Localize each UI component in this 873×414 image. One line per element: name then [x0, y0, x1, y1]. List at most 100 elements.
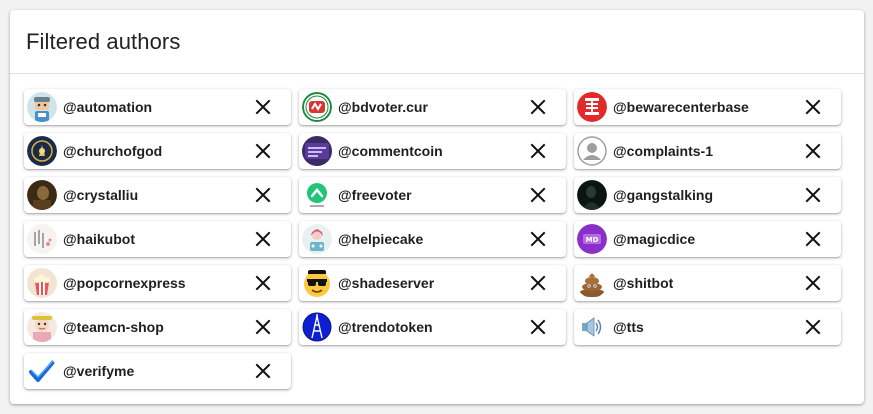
author-chip: @bewarecenterbase [574, 89, 841, 125]
remove-author-button[interactable] [528, 97, 548, 117]
close-icon [805, 275, 821, 291]
author-name: @commentcoin [338, 143, 443, 159]
author-chip: @freevoter [299, 177, 566, 213]
author-name: @complaints-1 [613, 143, 714, 159]
remove-author-button[interactable] [528, 141, 548, 161]
author-name: @verifyme [63, 363, 135, 379]
author-chip: @complaints-1 [574, 133, 841, 169]
author-name: @magicdice [613, 231, 696, 247]
default-user-icon [577, 136, 607, 166]
sunglasses-emoji-icon [302, 268, 332, 298]
close-icon [255, 319, 271, 335]
author-chip: @gangstalking [574, 177, 841, 213]
close-icon [255, 275, 271, 291]
close-icon [805, 319, 821, 335]
remove-author-button[interactable] [528, 229, 548, 249]
remove-author-button[interactable] [253, 185, 273, 205]
dark-figure-avatar-icon [577, 180, 607, 210]
robot-avatar-icon [27, 92, 57, 122]
remove-author-button[interactable] [803, 317, 823, 337]
tower-logo-icon [302, 312, 332, 342]
popcorn-avatar-icon [27, 268, 57, 298]
church-avatar-icon [27, 136, 57, 166]
author-chip: @bdvoter.cur [299, 89, 566, 125]
author-name: @crystalliu [63, 187, 139, 203]
author-name: @trendotoken [338, 319, 433, 335]
remove-author-button[interactable] [253, 229, 273, 249]
close-icon [255, 363, 271, 379]
author-name: @gangstalking [613, 187, 713, 203]
author-chip: @verifyme [24, 353, 291, 389]
remove-author-button[interactable] [803, 141, 823, 161]
author-name: @popcornexpress [63, 275, 186, 291]
remove-author-button[interactable] [803, 185, 823, 205]
filtered-authors-card: Filtered authors @automation @bdvoter.cur… [10, 10, 864, 404]
author-name: @helpiecake [338, 231, 424, 247]
author-name: @churchofgod [63, 143, 163, 159]
author-name: @teamcn-shop [63, 319, 164, 335]
author-chip: @shadeserver [299, 265, 566, 301]
close-icon [530, 143, 546, 159]
author-chip: @helpiecake [299, 221, 566, 257]
author-name: @freevoter [338, 187, 412, 203]
remove-author-button[interactable] [253, 361, 273, 381]
author-chip: @churchofgod [24, 133, 291, 169]
author-chip-grid: @automation @bdvoter.cur @bewarecenterbase… [24, 89, 841, 389]
freevoter-logo-icon [302, 180, 332, 210]
remove-author-button[interactable] [803, 229, 823, 249]
close-icon [255, 231, 271, 247]
author-name: @automation [63, 99, 153, 115]
author-name: @haikubot [63, 231, 135, 247]
close-icon [805, 143, 821, 159]
author-chip: MD @magicdice [574, 221, 841, 257]
haiku-avatar-icon [27, 224, 57, 254]
speaker-icon [577, 312, 607, 342]
magicdice-logo-icon: MD [577, 224, 607, 254]
close-icon [530, 275, 546, 291]
red-seal-avatar-icon [577, 92, 607, 122]
close-icon [530, 99, 546, 115]
helpiecake-avatar-icon [302, 224, 332, 254]
author-chip: @tts [574, 309, 841, 345]
close-icon [530, 187, 546, 203]
remove-author-button[interactable] [803, 97, 823, 117]
author-chip: @shitbot [574, 265, 841, 301]
close-icon [255, 99, 271, 115]
author-chip: @trendotoken [299, 309, 566, 345]
author-chip: @popcornexpress [24, 265, 291, 301]
close-icon [255, 187, 271, 203]
author-name: @tts [613, 319, 644, 335]
close-icon [805, 187, 821, 203]
author-name: @bdvoter.cur [338, 99, 428, 115]
photo-avatar-icon [27, 180, 57, 210]
remove-author-button[interactable] [528, 317, 548, 337]
author-chip: @commentcoin [299, 133, 566, 169]
remove-author-button[interactable] [253, 141, 273, 161]
close-icon [805, 99, 821, 115]
comment-avatar-icon [302, 136, 332, 166]
author-name: @shadeserver [338, 275, 435, 291]
poop-emoji-icon [577, 268, 607, 298]
remove-author-button[interactable] [253, 273, 273, 293]
author-chip: @teamcn-shop [24, 309, 291, 345]
author-name: @bewarecenterbase [613, 99, 749, 115]
remove-author-button[interactable] [803, 273, 823, 293]
remove-author-button[interactable] [528, 273, 548, 293]
author-chip: @crystalliu [24, 177, 291, 213]
remove-author-button[interactable] [253, 97, 273, 117]
card-title: Filtered authors [26, 28, 181, 54]
card-header: Filtered authors [10, 10, 864, 74]
author-chip: @haikubot [24, 221, 291, 257]
author-chip: @automation [24, 89, 291, 125]
checkmark-icon [27, 356, 57, 386]
close-icon [255, 143, 271, 159]
close-icon [530, 231, 546, 247]
remove-author-button[interactable] [528, 185, 548, 205]
bdvoter-logo-icon [302, 92, 332, 122]
author-name: @shitbot [613, 275, 674, 291]
close-icon [805, 231, 821, 247]
teamcn-avatar-icon [27, 312, 57, 342]
close-icon [530, 319, 546, 335]
svg-text:MD: MD [586, 236, 599, 244]
remove-author-button[interactable] [253, 317, 273, 337]
